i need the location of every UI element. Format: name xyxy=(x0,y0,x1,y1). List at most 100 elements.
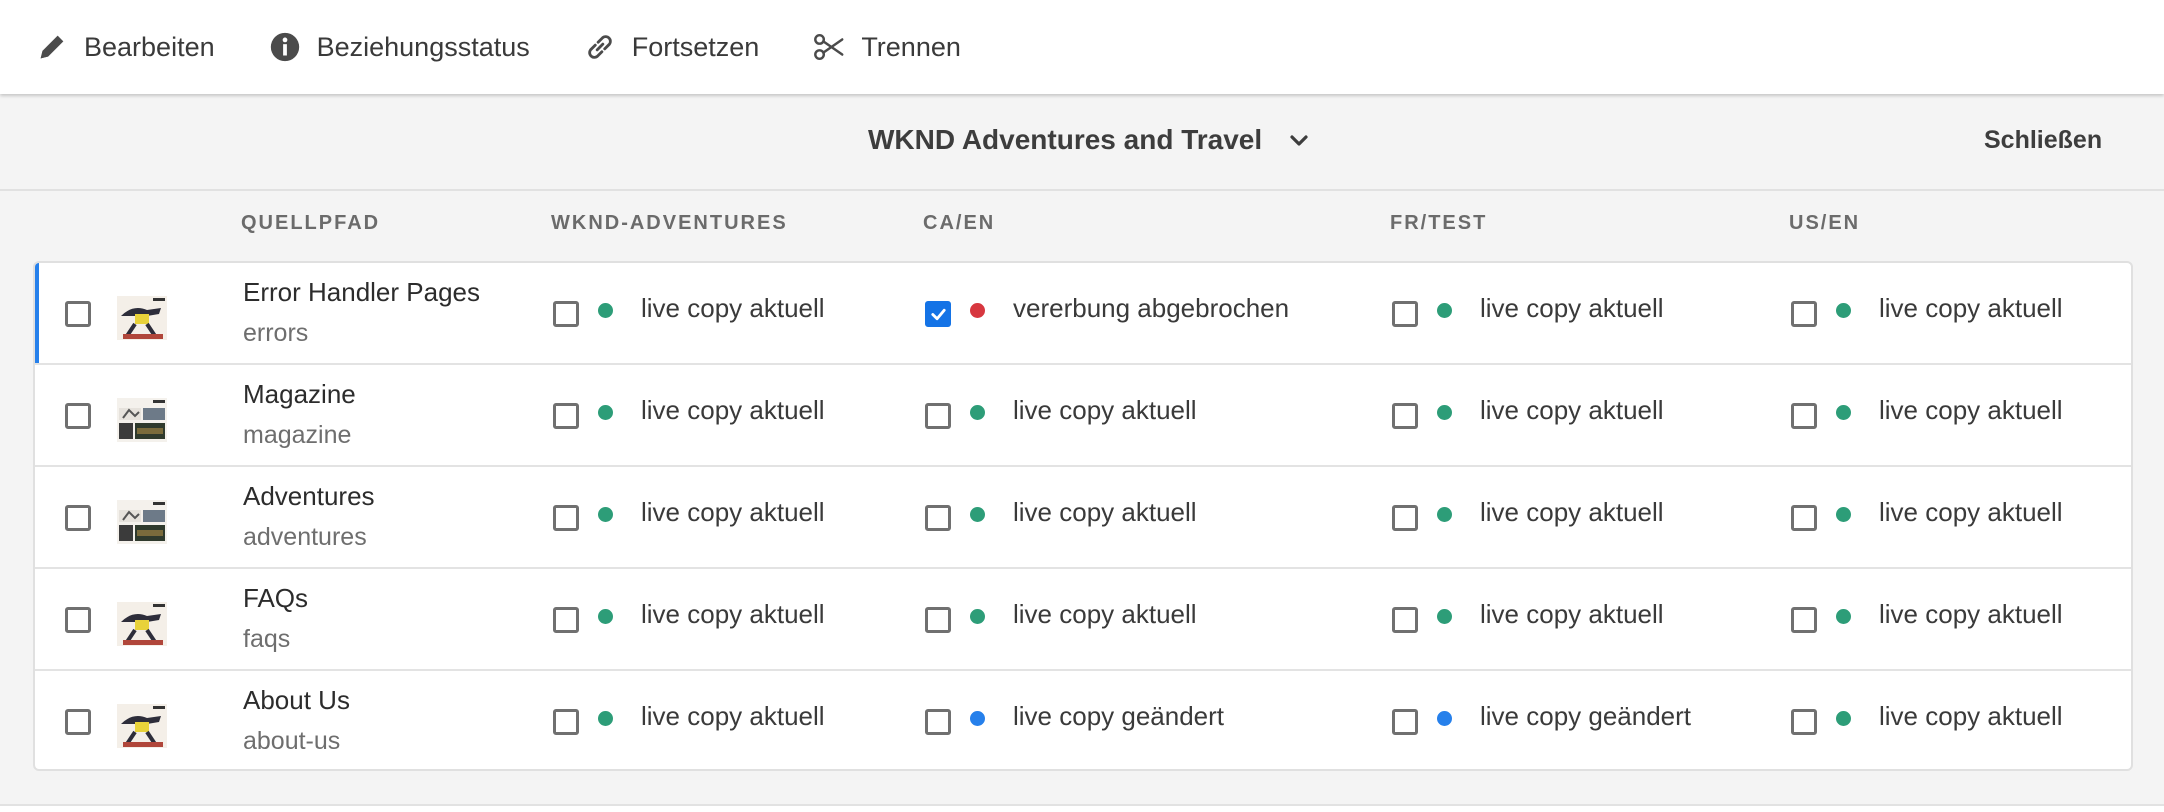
status-dot-icon xyxy=(1836,405,1851,420)
page-title: Error Handler Pages xyxy=(243,277,480,307)
status-text: live copy aktuell xyxy=(641,497,825,527)
status-dot-icon xyxy=(1437,405,1452,420)
panel-header: WKND Adventures and Travel Schließen xyxy=(0,94,2164,191)
status-dot-icon xyxy=(970,405,985,420)
live-copy-checkbox[interactable] xyxy=(1791,301,1817,327)
row-select-checkbox[interactable] xyxy=(65,709,91,735)
status-dot-icon xyxy=(970,303,985,318)
status-dot-icon xyxy=(1437,507,1452,522)
page-thumbnail xyxy=(117,500,167,544)
table-row[interactable]: About Us about-us live copy aktuell live co… xyxy=(35,671,2131,769)
status-text: live copy aktuell xyxy=(1013,395,1197,425)
scissors-icon xyxy=(811,29,847,65)
row-select-checkbox[interactable] xyxy=(65,403,91,429)
status-text: live copy aktuell xyxy=(1480,599,1664,629)
page-title: Adventures xyxy=(243,481,375,511)
live-copy-checkbox[interactable] xyxy=(1791,505,1817,531)
live-copy-checkbox[interactable] xyxy=(553,505,579,531)
row-select-checkbox[interactable] xyxy=(65,607,91,633)
status-text: live copy geändert xyxy=(1013,701,1225,731)
live-copy-checkbox[interactable] xyxy=(553,403,579,429)
relationship-status-label: Beziehungsstatus xyxy=(316,31,530,62)
status-text: live copy aktuell xyxy=(1480,293,1664,323)
live-copy-checkbox[interactable] xyxy=(1392,709,1418,735)
action-toolbar: Bearbeiten Beziehungsstatus Fortsetzen T… xyxy=(0,0,2164,94)
page-title: FAQs xyxy=(243,583,309,613)
page-title: About Us xyxy=(243,685,350,715)
live-copy-checkbox[interactable] xyxy=(925,505,951,531)
link-icon xyxy=(582,29,618,65)
edit-button-label: Bearbeiten xyxy=(84,31,215,62)
live-copy-checkbox[interactable] xyxy=(1791,607,1817,633)
status-text: live copy aktuell xyxy=(641,293,825,323)
status-dot-icon xyxy=(970,609,985,624)
page-path: magazine xyxy=(243,421,352,449)
table-row[interactable]: Error Handler Pages errors live copy aktue… xyxy=(35,263,2131,365)
live-copy-panel: WKND Adventures and Travel Schließen QUE… xyxy=(0,94,2164,806)
page-thumbnail xyxy=(117,398,167,442)
live-copy-table: Error Handler Pages errors live copy aktue… xyxy=(33,261,2133,771)
info-icon xyxy=(267,29,303,65)
status-dot-icon xyxy=(598,405,613,420)
row-select-checkbox[interactable] xyxy=(65,301,91,327)
column-header-live-copy: CA/EN xyxy=(923,212,996,234)
live-copy-checkbox[interactable] xyxy=(925,301,951,327)
live-copy-checkbox[interactable] xyxy=(1392,301,1418,327)
detach-button-label: Trennen xyxy=(861,31,961,62)
relationship-status-button[interactable]: Beziehungsstatus xyxy=(267,17,530,77)
status-dot-icon xyxy=(1437,711,1452,726)
live-copy-checkbox[interactable] xyxy=(1392,403,1418,429)
row-select-checkbox[interactable] xyxy=(65,505,91,531)
live-copy-checkbox[interactable] xyxy=(925,403,951,429)
column-header-live-copy: US/EN xyxy=(1789,212,1861,234)
page-thumbnail xyxy=(117,602,167,646)
live-copy-checkbox[interactable] xyxy=(1392,505,1418,531)
status-dot-icon xyxy=(1836,507,1851,522)
edit-button[interactable]: Bearbeiten xyxy=(34,17,215,77)
chevron-down-icon xyxy=(1286,127,1312,153)
live-copy-checkbox[interactable] xyxy=(1392,607,1418,633)
status-text: live copy aktuell xyxy=(1013,599,1197,629)
status-text: live copy aktuell xyxy=(1879,599,2063,629)
status-dot-icon xyxy=(1836,303,1851,318)
table-row[interactable]: Magazine magazine live copy aktuell live co… xyxy=(35,365,2131,467)
status-text: live copy aktuell xyxy=(641,395,825,425)
status-text: live copy aktuell xyxy=(641,701,825,731)
resume-button[interactable]: Fortsetzen xyxy=(582,17,760,77)
site-selector[interactable]: WKND Adventures and Travel xyxy=(868,124,1312,156)
column-header-live-copy: WKND-ADVENTURES xyxy=(551,212,788,234)
table-row[interactable]: FAQs faqs live copy aktuell live copy aktue… xyxy=(35,569,2131,671)
detach-button[interactable]: Trennen xyxy=(811,17,961,77)
pencil-icon xyxy=(34,29,70,65)
column-header-live-copy: FR/TEST xyxy=(1390,212,1488,234)
status-text: live copy aktuell xyxy=(1879,395,2063,425)
page-thumbnail xyxy=(117,296,167,340)
live-copy-checkbox[interactable] xyxy=(1791,403,1817,429)
status-dot-icon xyxy=(598,711,613,726)
status-dot-icon xyxy=(598,609,613,624)
status-dot-icon xyxy=(1437,609,1452,624)
page-path: faqs xyxy=(243,625,291,653)
live-copy-checkbox[interactable] xyxy=(925,607,951,633)
live-copy-checkbox[interactable] xyxy=(553,709,579,735)
status-dot-icon xyxy=(1437,303,1452,318)
page-path: errors xyxy=(243,319,309,347)
table-row[interactable]: Adventures adventures live copy aktuell liv… xyxy=(35,467,2131,569)
close-button[interactable]: Schließen xyxy=(1984,126,2102,155)
status-text: live copy aktuell xyxy=(1879,293,2063,323)
column-header-source-path: QUELLPFAD xyxy=(241,212,381,234)
status-dot-icon xyxy=(1836,609,1851,624)
status-dot-icon xyxy=(598,303,613,318)
resume-button-label: Fortsetzen xyxy=(631,31,760,62)
status-text: live copy aktuell xyxy=(1879,497,2063,527)
status-text: vererbung abgebrochen xyxy=(1013,293,1290,323)
live-copy-checkbox[interactable] xyxy=(553,301,579,327)
page-path: adventures xyxy=(243,523,367,551)
status-text: live copy aktuell xyxy=(1879,701,2063,731)
live-copy-checkbox[interactable] xyxy=(553,607,579,633)
live-copy-checkbox[interactable] xyxy=(1791,709,1817,735)
site-selector-label: WKND Adventures and Travel xyxy=(868,124,1263,155)
status-text: live copy aktuell xyxy=(1013,497,1197,527)
status-text: live copy aktuell xyxy=(641,599,825,629)
live-copy-checkbox[interactable] xyxy=(925,709,951,735)
